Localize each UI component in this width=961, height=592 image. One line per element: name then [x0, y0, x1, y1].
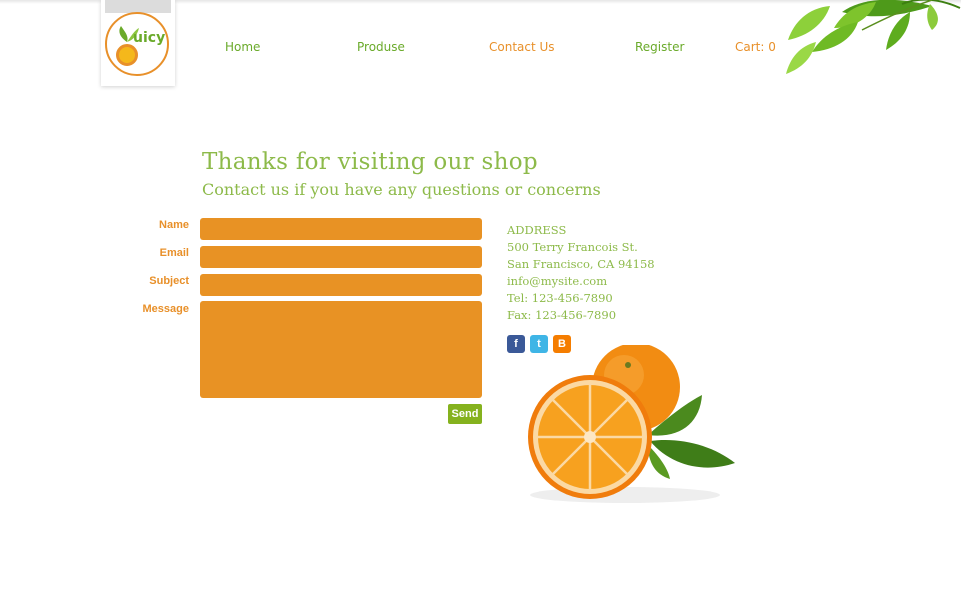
name-label: Name: [159, 219, 189, 231]
email-label: Email: [159, 247, 189, 259]
leaves-decoration: [786, 0, 961, 74]
page-title: Thanks for visiting our shop: [202, 149, 538, 175]
cart-link[interactable]: Cart: 0: [735, 40, 776, 54]
nav-home[interactable]: Home: [225, 40, 260, 54]
address-heading: ADDRESS: [507, 223, 567, 237]
orange-icon: [116, 44, 138, 66]
logo-tab[interactable]: uicy: [101, 0, 175, 86]
subject-label: Subject: [149, 275, 189, 287]
address-city: San Francisco, CA 94158: [507, 257, 655, 271]
oranges-image: [528, 345, 735, 503]
page-subtitle: Contact us if you have any questions or …: [202, 180, 601, 199]
contact-info: ADDRESS 500 Terry Francois St. San Franc…: [507, 222, 655, 324]
contact-fax: Fax: 123-456-7890: [507, 308, 617, 322]
nav-produse[interactable]: Produse: [357, 40, 405, 54]
nav-register[interactable]: Register: [635, 40, 684, 54]
nav-contact-us[interactable]: Contact Us: [489, 40, 555, 54]
address-street: 500 Terry Francois St.: [507, 240, 638, 254]
message-label: Message: [142, 303, 189, 315]
logo[interactable]: uicy: [105, 12, 169, 76]
subject-field[interactable]: [200, 274, 482, 296]
contact-email[interactable]: info@mysite.com: [507, 273, 655, 290]
contact-tel: Tel: 123-456-7890: [507, 291, 613, 305]
message-field[interactable]: [200, 301, 482, 398]
send-button[interactable]: Send: [448, 404, 482, 424]
email-field[interactable]: [200, 246, 482, 268]
logo-text: uicy: [133, 30, 166, 46]
name-field[interactable]: [200, 218, 482, 240]
